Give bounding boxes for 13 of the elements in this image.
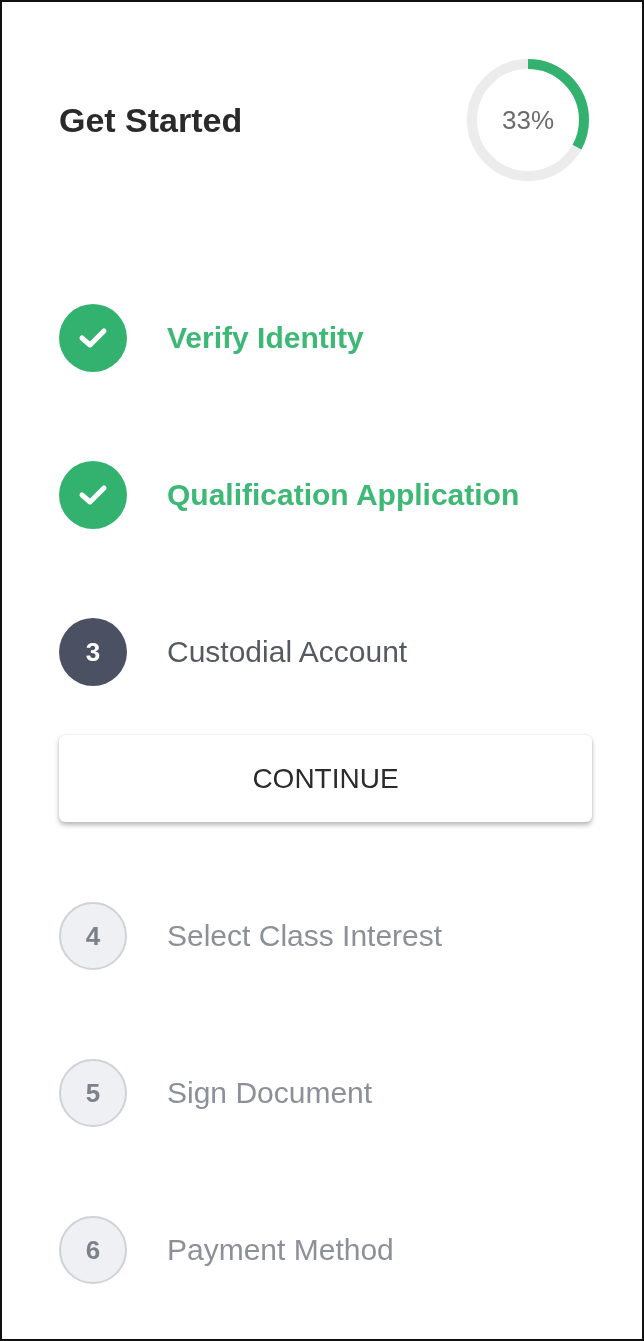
step-label: Custodial Account (167, 634, 408, 670)
progress-percent: 33% (500, 104, 555, 137)
step-label: Sign Document (167, 1075, 373, 1111)
step-label: Verify Identity (167, 320, 364, 356)
step-label: Qualification Application (167, 477, 520, 513)
step-label: Select Class Interest (167, 918, 443, 954)
step-label: Payment Method (167, 1232, 394, 1268)
panel-title: Get Started (59, 100, 243, 141)
step-number: 3 (59, 618, 127, 686)
step-number: 6 (59, 1216, 127, 1284)
continue-button[interactable]: CONTINUE (59, 735, 592, 822)
step-number: 4 (59, 902, 127, 970)
step-number: 5 (59, 1059, 127, 1127)
